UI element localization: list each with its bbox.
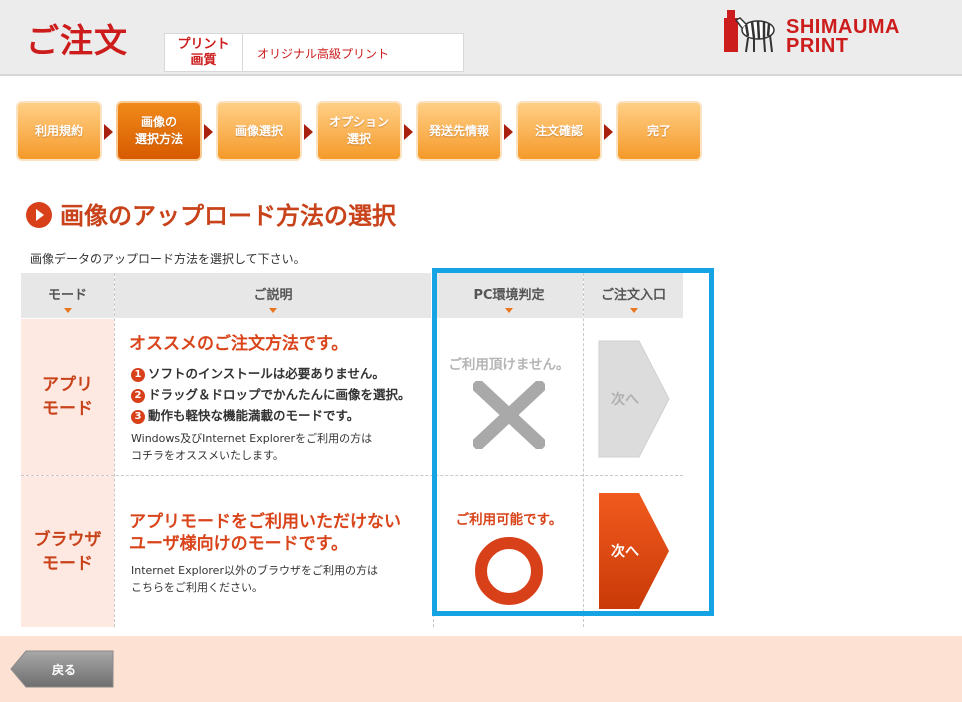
progress-steps: 利用規約 画像の 選択方法 画像選択 オプション 選択 発送先情報 注文確認 完了 xyxy=(16,101,716,163)
app-feature-2-text: ドラッグ＆ドロップでかんたんに画像を選択。 xyxy=(148,387,411,402)
mode-app: アプリ モード xyxy=(21,319,114,475)
number-2-icon: 2 xyxy=(131,388,145,403)
zebra-logo-icon xyxy=(724,10,775,53)
browser-headline: アプリモードをご利用いただけない ユーザ様向けのモードです。 xyxy=(129,512,401,554)
mode-browser: ブラウザ モード xyxy=(21,476,114,627)
app-headline: オススメのご注文方法です。 xyxy=(129,334,349,354)
header-mode: モード xyxy=(21,273,114,318)
step-5: 発送先情報 xyxy=(416,101,502,161)
logo-text: SHIMAUMA PRINT xyxy=(786,17,900,57)
column-divider xyxy=(114,273,115,627)
step-1: 利用規約 xyxy=(16,101,102,161)
footer-bar xyxy=(0,636,962,702)
app-feature-1-text: ソフトのインストールは必要ありません。 xyxy=(148,366,385,381)
step-arrow-icon xyxy=(404,124,413,140)
triangle-down-icon xyxy=(63,308,72,313)
step-arrow-icon xyxy=(104,124,113,140)
browser-note: Internet Explorer以外のブラウザをご利用の方は こちらをご利用く… xyxy=(131,564,378,594)
app-feature-3: 3 動作も軽快な機能満載のモードです。 xyxy=(131,405,359,424)
triangle-down-icon xyxy=(269,308,277,313)
step-arrow-icon xyxy=(204,124,213,140)
logo-line2: PRINT xyxy=(786,35,849,57)
step-6: 注文確認 xyxy=(516,101,602,161)
step-arrow-icon xyxy=(504,124,513,140)
number-1-icon: 1 xyxy=(131,367,145,382)
print-quality-label: プリント 画質 xyxy=(165,34,243,71)
app-note: Windows及びInternet Explorerをご利用の方は コチラをオス… xyxy=(131,432,373,462)
print-quality-box: プリント 画質 オリジナル高級プリント xyxy=(164,33,464,72)
header-description: ご説明 xyxy=(115,273,431,318)
step-3: 画像選択 xyxy=(216,101,302,161)
header-bar: ご注文 プリント 画質 オリジナル高級プリント SHIMAUMA PRINT xyxy=(0,0,962,76)
step-7: 完了 xyxy=(616,101,702,161)
step-4: オプション 選択 xyxy=(316,101,402,161)
shimauma-logo: SHIMAUMA PRINT xyxy=(722,8,932,56)
app-feature-1: 1 ソフトのインストールは必要ありません。 xyxy=(131,363,385,382)
app-feature-3-text: 動作も軽快な機能満載のモードです。 xyxy=(148,408,360,423)
step-arrow-icon xyxy=(604,124,613,140)
section-title-text: 画像のアップロード方法の選択 xyxy=(60,202,396,230)
app-feature-2: 2 ドラッグ＆ドロップでかんたんに画像を選択。 xyxy=(131,384,411,403)
header-description-label: ご説明 xyxy=(253,288,293,303)
header-mode-label: モード xyxy=(47,288,87,303)
section-title: 画像のアップロード方法の選択 xyxy=(26,196,396,231)
step-arrow-icon xyxy=(304,124,313,140)
instruction-text: 画像データのアップロード方法を選択して下さい。 xyxy=(30,252,306,266)
play-circle-icon xyxy=(26,202,52,228)
page-title: ご注文 xyxy=(26,21,128,60)
back-button-label[interactable]: 戻る xyxy=(52,661,76,678)
number-3-icon: 3 xyxy=(131,409,145,424)
step-2: 画像の 選択方法 xyxy=(116,101,202,161)
print-quality-value: オリジナル高級プリント xyxy=(257,47,390,61)
highlight-frame xyxy=(432,268,714,616)
